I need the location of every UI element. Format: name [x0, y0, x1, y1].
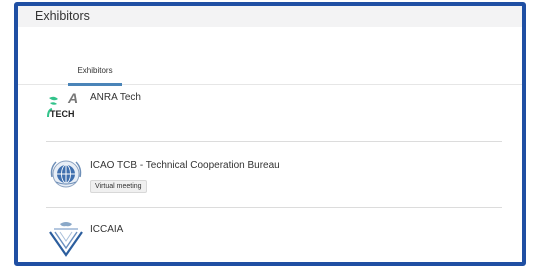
anra-logo-wordmark: TECH	[50, 109, 75, 119]
exhibitor-name[interactable]: ICCAIA	[90, 224, 123, 235]
page-title: Exhibitors	[35, 9, 90, 23]
exhibitor-item-icao-tcb[interactable]: ICAO TCB - Technical Cooperation Bureau …	[46, 142, 502, 208]
tab-bar: Exhibitors	[18, 58, 522, 86]
tab-label: Exhibitors	[77, 66, 113, 75]
exhibitor-list: A TECH ANRA Tech ICAO TCB - Technical Co…	[46, 86, 502, 262]
anra-logo-letter: A	[67, 90, 78, 106]
exhibitor-name[interactable]: ANRA Tech	[90, 92, 141, 103]
icao-emblem-logo	[50, 160, 82, 188]
exhibitor-item-iccaia[interactable]: ICCAIA	[46, 208, 502, 262]
virtual-meeting-badge: Virtual meeting	[90, 180, 147, 193]
iccaia-logo	[49, 222, 83, 257]
tab-exhibitors[interactable]: Exhibitors	[68, 58, 122, 86]
exhibitor-name[interactable]: ICAO TCB - Technical Cooperation Bureau	[90, 160, 280, 171]
anra-tech-logo: A TECH	[47, 90, 78, 119]
exhibitor-item-anra-tech[interactable]: A TECH ANRA Tech	[46, 86, 502, 142]
panel-header: Exhibitors	[18, 6, 522, 27]
exhibitors-panel: Exhibitors Exhibitors A TECH ANRA Tech I…	[14, 2, 526, 266]
